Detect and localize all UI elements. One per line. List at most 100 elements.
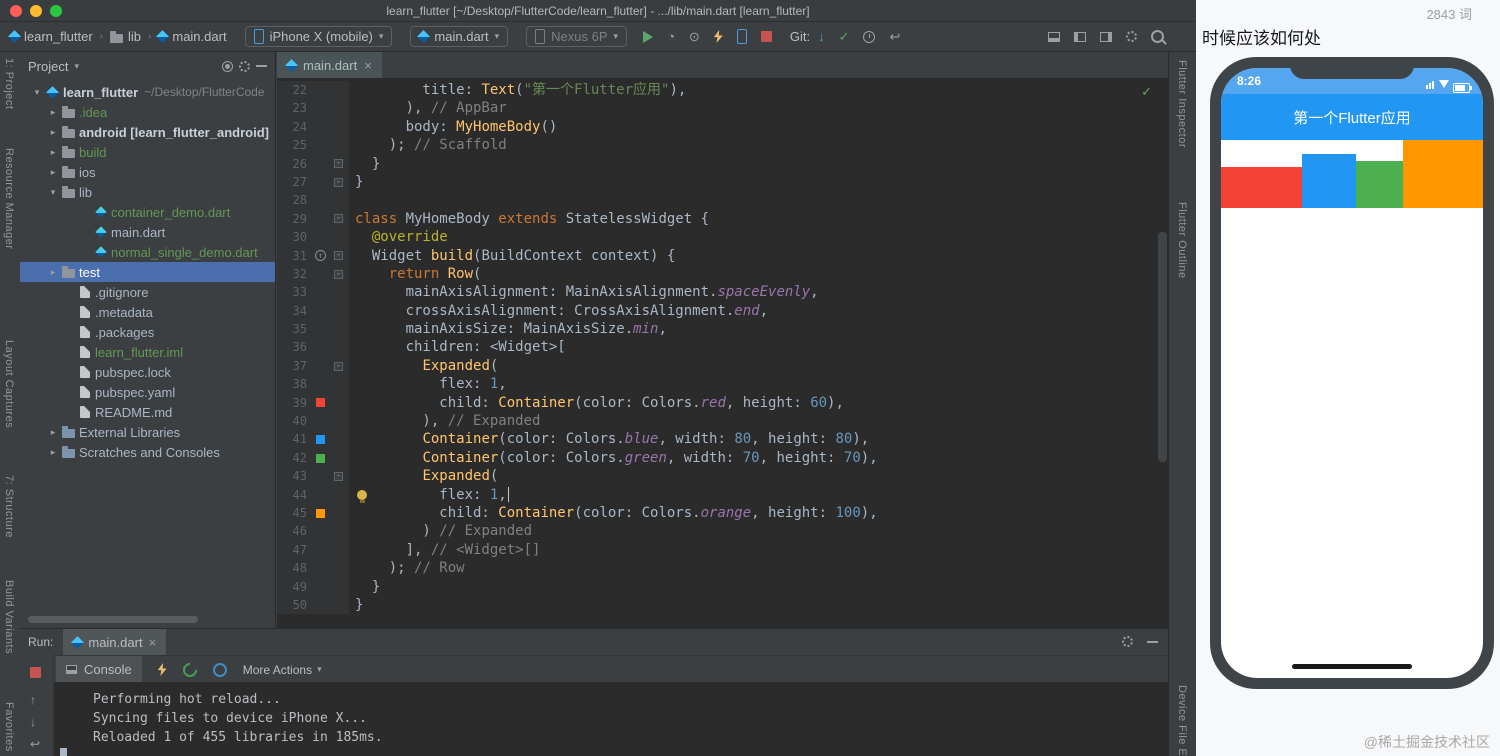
toggle-right-panel-button[interactable] (1100, 31, 1112, 42)
tree-item[interactable]: learn_flutter.iml (20, 342, 275, 362)
editor-gutter[interactable]: 48 (277, 559, 349, 578)
chevron-icon[interactable]: ▸ (46, 267, 60, 278)
color-swatch[interactable] (316, 398, 325, 408)
code-text[interactable]: child: Container(color: Colors.red, heig… (349, 394, 844, 412)
code-line[interactable]: 22 title: Text("第一个Flutter应用"), (277, 81, 1168, 100)
code-text[interactable]: ], // <Widget>[] (349, 541, 541, 559)
breadcrumb-item[interactable]: main.dart (156, 29, 227, 44)
run-tab-main-dart[interactable]: main.dart × (63, 629, 167, 655)
tree-item[interactable]: main.dart (20, 222, 275, 242)
soft-wrap-icon[interactable]: ↩ (30, 737, 40, 751)
editor-gutter[interactable]: 32 - (277, 264, 349, 284)
tool-stripe-button[interactable]: Flutter Inspector (1176, 60, 1188, 148)
line-number[interactable]: 46 (277, 522, 310, 540)
minimize-window-button[interactable] (30, 5, 42, 17)
close-window-button[interactable] (10, 5, 22, 17)
editor-gutter[interactable]: 36 (277, 338, 349, 357)
code-line[interactable]: 36 children: <Widget>[ (277, 338, 1168, 357)
code-line[interactable]: 38 flex: 1, (277, 375, 1168, 394)
editor-gutter[interactable]: 29 - (277, 209, 349, 229)
toggle-bottom-panel-button[interactable] (1048, 31, 1060, 42)
editor-gutter[interactable]: 43 - (277, 467, 349, 486)
code-text[interactable]: flex: 1, (349, 486, 510, 504)
line-number[interactable]: 30 (277, 228, 310, 246)
hot-reload-button[interactable] (157, 663, 167, 676)
run-settings-gear-icon[interactable] (1122, 636, 1133, 647)
breadcrumb-item[interactable]: learn_flutter (8, 29, 93, 44)
line-number[interactable]: 43 (277, 467, 310, 485)
line-number[interactable]: 25 (277, 136, 310, 154)
editor-gutter[interactable]: 34 (277, 301, 349, 321)
chevron-icon[interactable]: ▾ (46, 187, 60, 198)
line-number[interactable]: 31 (277, 247, 310, 265)
scroll-up-icon[interactable]: ↑ (30, 693, 36, 707)
code-text[interactable]: title: Text("第一个Flutter应用"), (349, 81, 686, 99)
attach-debugger-button[interactable]: ⊙ (689, 30, 700, 43)
editor-gutter[interactable]: 37 - (277, 356, 349, 376)
tree-item[interactable]: ▸ ios (20, 162, 275, 182)
code-text[interactable]: } (349, 155, 380, 173)
tool-stripe-button[interactable]: Favorites (3, 702, 15, 752)
editor-scrollbar[interactable] (1158, 232, 1167, 462)
line-number[interactable]: 26 (277, 155, 310, 173)
code-line[interactable]: 33 mainAxisAlignment: MainAxisAlignment.… (277, 283, 1168, 302)
editor-gutter[interactable]: 39 (277, 393, 349, 413)
history-button[interactable] (863, 30, 876, 43)
horizontal-scrollbar[interactable] (28, 616, 198, 623)
code-text[interactable]: class MyHomeBody extends StatelessWidget… (349, 210, 709, 228)
tool-stripe-button[interactable]: Flutter Outline (1176, 202, 1188, 279)
editor-gutter[interactable]: 35 (277, 320, 349, 339)
scroll-down-icon[interactable]: ↓ (30, 715, 36, 729)
code-text[interactable]: ); // Scaffold (349, 136, 507, 154)
editor-gutter[interactable]: 50 (277, 595, 349, 615)
zoom-window-button[interactable] (50, 5, 62, 17)
tree-item[interactable]: ▾ lib (20, 182, 275, 202)
run-button[interactable] (643, 30, 654, 43)
tool-stripe-button[interactable]: Device File Explorer (1176, 685, 1188, 756)
editor-gutter[interactable]: 22 (277, 81, 349, 100)
code-text[interactable]: } (349, 578, 380, 596)
chevron-icon[interactable]: ▸ (46, 127, 60, 138)
line-number[interactable]: 23 (277, 99, 310, 117)
tree-item[interactable]: normal_single_demo.dart (20, 242, 275, 262)
code-text[interactable]: } (349, 596, 363, 614)
editor-gutter[interactable]: 40 (277, 412, 349, 431)
breadcrumb-item[interactable]: lib (110, 29, 141, 44)
code-line[interactable]: 25 ); // Scaffold (277, 136, 1168, 155)
tool-stripe-button[interactable]: Build Variants (3, 580, 15, 654)
hide-panel-button[interactable] (256, 65, 267, 67)
editor-tab-main-dart[interactable]: main.dart × (277, 52, 382, 78)
chevron-icon[interactable]: ▸ (46, 427, 60, 438)
code-text[interactable]: Container(color: Colors.green, width: 70… (349, 449, 877, 467)
line-number[interactable]: 33 (277, 283, 310, 301)
chevron-icon[interactable]: ▸ (46, 167, 60, 178)
fold-marker-icon[interactable]: - (334, 251, 343, 261)
line-number[interactable]: 45 (277, 504, 310, 522)
code-line[interactable]: 34 crossAxisAlignment: CrossAxisAlignmen… (277, 301, 1168, 321)
code-line[interactable]: 28 (277, 191, 1168, 210)
color-swatch[interactable] (316, 453, 325, 463)
code-line[interactable]: 29 - class MyHomeBody extends StatelessWid… (277, 209, 1168, 229)
line-number[interactable]: 24 (277, 118, 310, 136)
locate-file-button[interactable] (222, 60, 233, 72)
tree-item[interactable]: ▸ External Libraries (20, 422, 275, 442)
fold-marker-icon[interactable]: - (334, 361, 343, 371)
code-line[interactable]: 45 child: Container(color: Colors.orange… (277, 503, 1168, 523)
tree-item[interactable]: .packages (20, 322, 275, 342)
line-number[interactable]: 47 (277, 541, 310, 559)
editor-gutter[interactable]: 38 (277, 375, 349, 394)
close-icon[interactable]: × (149, 635, 157, 650)
tree-item[interactable]: .gitignore (20, 282, 275, 302)
tree-item[interactable]: README.md (20, 402, 275, 422)
editor-gutter[interactable]: 45 (277, 503, 349, 523)
code-text[interactable]: children: <Widget>[ (349, 338, 566, 356)
code-line[interactable]: 43 - Expanded( (277, 467, 1168, 486)
code-text[interactable]: flex: 1, (349, 375, 506, 393)
hot-reload-button[interactable] (713, 30, 723, 43)
target-device-selector[interactable]: Nexus 6P ▾ (526, 26, 628, 47)
line-number[interactable]: 22 (277, 81, 310, 99)
editor-gutter[interactable]: 25 (277, 136, 349, 155)
line-number[interactable]: 44 (277, 486, 310, 504)
profile-button[interactable]: ◔ (667, 30, 675, 43)
code-text[interactable]: body: MyHomeBody() (349, 118, 558, 136)
